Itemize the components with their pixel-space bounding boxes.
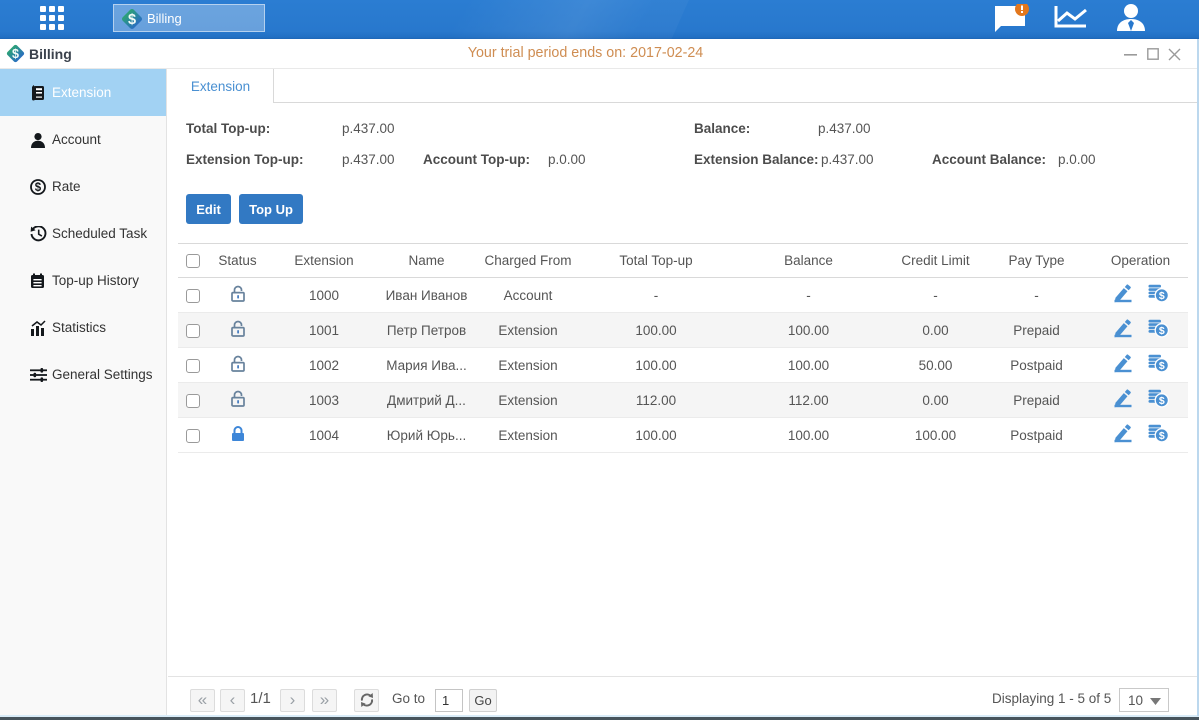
svg-text:$: $ xyxy=(1158,430,1164,442)
svg-text:$: $ xyxy=(1158,325,1164,337)
svg-text:$: $ xyxy=(1158,360,1164,372)
svg-text:$: $ xyxy=(128,12,136,28)
svg-text:$: $ xyxy=(1158,290,1164,302)
svg-text:$: $ xyxy=(1158,395,1164,407)
svg-text:$: $ xyxy=(35,182,42,194)
